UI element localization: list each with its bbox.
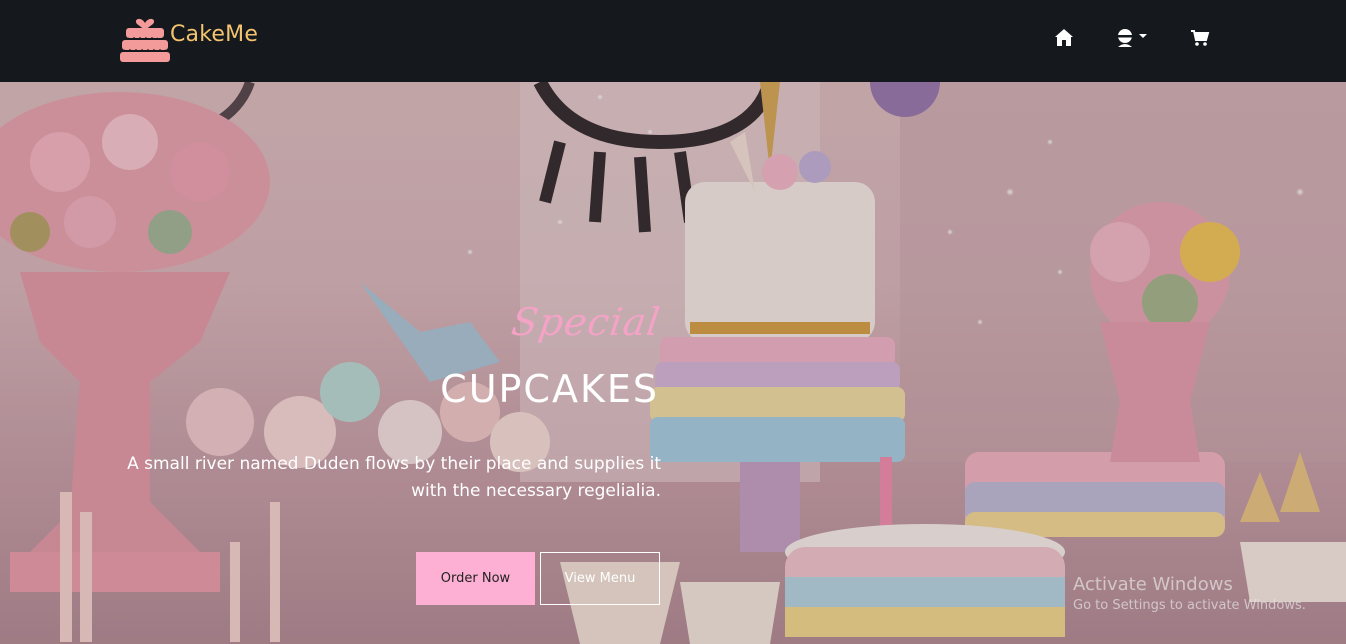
activate-windows-watermark: Activate Windows Go to Settings to activ… bbox=[1073, 573, 1306, 614]
view-menu-button[interactable]: View Menu bbox=[540, 552, 660, 605]
cake-logo-icon bbox=[120, 18, 170, 62]
nav-cart-link[interactable] bbox=[1190, 28, 1210, 47]
watermark-title: Activate Windows bbox=[1073, 574, 1233, 595]
order-now-button[interactable]: Order Now bbox=[416, 552, 535, 605]
brand[interactable]: CakeMe bbox=[119, 11, 258, 63]
hero-script-heading: Special bbox=[508, 300, 664, 344]
brand-name: CakeMe bbox=[170, 21, 259, 47]
hero-section: Special CUPCAKES A small river named Dud… bbox=[0, 82, 1346, 644]
chevron-down-icon bbox=[1139, 34, 1147, 38]
watermark-subtitle: Go to Settings to activate Windows. bbox=[1073, 598, 1306, 613]
cart-icon bbox=[1191, 30, 1210, 46]
hero-description: A small river named Duden flows by their… bbox=[127, 454, 661, 501]
navbar: CakeMe bbox=[0, 0, 1346, 82]
nav-home-link[interactable] bbox=[1054, 28, 1074, 47]
user-dropdown-toggle[interactable] bbox=[1115, 28, 1147, 48]
user-icon bbox=[1118, 29, 1132, 47]
hero-background-image bbox=[0, 82, 1346, 644]
hero-title: CUPCAKES bbox=[440, 367, 659, 411]
home-icon bbox=[1055, 29, 1073, 46]
